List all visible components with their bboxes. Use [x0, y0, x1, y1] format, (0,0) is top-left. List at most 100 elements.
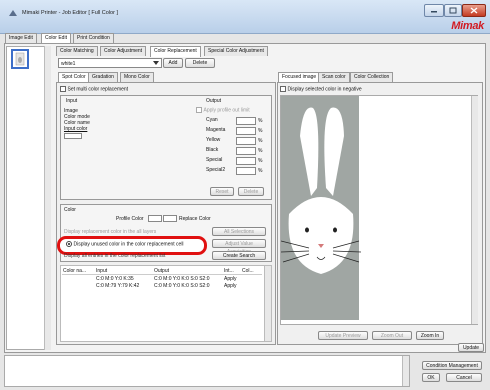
input-color-swatch [64, 133, 82, 139]
row-output: C:0 M:0 Y:0 K:0 S:0 S2:0 [154, 276, 210, 282]
replace-color-swatch [163, 215, 177, 222]
profile-color-swatch [148, 215, 162, 222]
row-apply: Apply [224, 276, 237, 282]
tab-color-matching[interactable]: Color Matching [56, 46, 98, 56]
channel-row-black: Black% [206, 147, 266, 157]
set-multi-label: Set multi color replacement [67, 86, 129, 93]
percent-label: % [258, 158, 263, 164]
zoom-out-button[interactable]: Zoom Out [372, 331, 412, 340]
reset-button[interactable]: Reset [210, 187, 234, 196]
channel-input[interactable] [236, 157, 256, 165]
delete-button[interactable]: Delete [185, 58, 215, 68]
channel-label: Special [206, 157, 223, 163]
set-multi-checkbox[interactable] [60, 86, 66, 92]
maximize-button[interactable] [444, 4, 462, 17]
tab-color-replacement[interactable]: Color Replacement [150, 46, 201, 57]
channel-input[interactable] [236, 127, 256, 135]
left-tab-bar: Spot Color Gradation Mono Color [58, 72, 178, 83]
tab-gradation[interactable]: Gradation [88, 72, 118, 82]
apply-profile-row[interactable]: Apply profile out limit [196, 107, 250, 113]
close-button[interactable] [462, 4, 486, 17]
color-heading: Color [64, 207, 76, 213]
channel-row-magenta: Magenta% [206, 127, 266, 137]
tab-image-edit[interactable]: Image Edit [5, 33, 37, 43]
condition-management-button[interactable]: Condition Management [422, 361, 482, 370]
row-input: C:0 M:79 Y:79 K:42 [96, 283, 140, 289]
header-int[interactable]: Int... [224, 268, 234, 274]
replacement-select[interactable]: white1 [58, 58, 162, 68]
zoom-in-button[interactable]: Zoom In [416, 331, 444, 340]
all-selections-button[interactable]: All Selections [212, 227, 266, 236]
message-scrollbar[interactable] [402, 356, 409, 386]
replace-color-label: Replace Color [179, 216, 211, 222]
channel-label: Special2 [206, 167, 226, 173]
channel-input[interactable] [236, 137, 256, 145]
header-col[interactable]: Col... [242, 268, 254, 274]
title-bar [0, 0, 490, 34]
channel-row-special2: Special2% [206, 167, 266, 177]
create-search-button[interactable]: Create Search [212, 251, 266, 260]
table-row[interactable]: C:0 M:79 Y:79 K:42 C:0 M:0 Y:0 K:0 S:0 S… [62, 283, 262, 290]
input-heading: Input [66, 98, 78, 104]
right-tab-bar: Focused image Scan color Color Collectio… [278, 72, 478, 83]
channel-row-cyan: Cyan% [206, 117, 266, 127]
header-output[interactable]: Output [154, 268, 169, 274]
tab-special-color-adjustment[interactable]: Special Color Adjustment [204, 46, 268, 56]
update-button[interactable]: Update [458, 343, 484, 352]
channel-label: Cyan [206, 117, 218, 123]
input-color-label: Input color [64, 126, 88, 132]
tab-color-collection[interactable]: Color Collection [350, 72, 394, 82]
tab-scan-color[interactable]: Scan color [318, 72, 350, 82]
row-input: C:0 M:0 Y:0 K:35 [96, 276, 134, 282]
main-tab-bar: Image Edit Color Edit Print Condition [5, 33, 205, 44]
channel-row-yellow: Yellow% [206, 137, 266, 147]
channel-label: Yellow [206, 137, 221, 143]
channel-input[interactable] [236, 167, 256, 175]
tab-color-adjustment[interactable]: Color Adjustment [100, 46, 147, 56]
output-channel-list: Cyan% Magenta% Yellow% Black% Special% S… [206, 117, 266, 177]
thumbnail-scrollbar[interactable] [44, 46, 51, 350]
cancel-button[interactable]: Cancel [446, 373, 482, 382]
row-apply: Apply [224, 283, 237, 289]
table-row[interactable]: C:0 M:0 Y:0 K:35 C:0 M:0 Y:0 K:0 S:0 S2:… [62, 276, 262, 283]
preview-scrollbar[interactable] [471, 96, 478, 324]
rabbit-image [280, 96, 362, 320]
percent-label: % [258, 148, 263, 154]
channel-label: Magenta [206, 127, 226, 133]
adjust-value-button[interactable]: Adjust Value Acquisition [212, 239, 266, 255]
set-multi-row[interactable]: Set multi color replacement [60, 86, 128, 92]
display-selected-checkbox[interactable] [280, 86, 286, 92]
display-selected-label: Display selected color in negative [287, 86, 362, 93]
output-heading: Output [206, 98, 222, 104]
percent-label: % [258, 138, 263, 144]
table-header: Color na... Input Output Int... Col... [62, 267, 262, 275]
output-delete-button[interactable]: Delete [238, 187, 264, 196]
message-area [4, 355, 410, 387]
header-color-name[interactable]: Color na... [63, 268, 86, 274]
channel-row-special: Special% [206, 157, 266, 167]
header-input[interactable]: Input [96, 268, 107, 274]
channel-input[interactable] [236, 147, 256, 155]
tab-mono-color[interactable]: Mono Color [120, 72, 154, 82]
display-all-label: Display all entries in the color replace… [64, 253, 166, 259]
update-preview-button[interactable]: Update Preview [318, 331, 368, 340]
brand-logo: Mimak [451, 20, 484, 32]
replacement-select-value: white1 [61, 61, 76, 67]
percent-label: % [258, 118, 263, 124]
tab-print-condition[interactable]: Print Condition [73, 33, 114, 43]
apply-profile-checkbox[interactable] [196, 107, 202, 113]
channel-label: Black [206, 147, 219, 153]
apply-profile-label: Apply profile out limit [203, 107, 250, 114]
minimize-button[interactable] [424, 4, 444, 17]
table-scrollbar[interactable] [264, 266, 271, 341]
thumbnail-item[interactable] [11, 49, 29, 69]
ok-button[interactable]: OK [422, 373, 440, 382]
preview-canvas[interactable] [280, 95, 478, 325]
display-selected-row[interactable]: Display selected color in negative [280, 86, 362, 92]
app-icon [8, 9, 18, 17]
percent-label: % [258, 168, 263, 174]
add-button[interactable]: Add [163, 58, 183, 68]
all-layers-label: Display replacement color in the all lay… [64, 229, 157, 235]
percent-label: % [258, 128, 263, 134]
channel-input[interactable] [236, 117, 256, 125]
